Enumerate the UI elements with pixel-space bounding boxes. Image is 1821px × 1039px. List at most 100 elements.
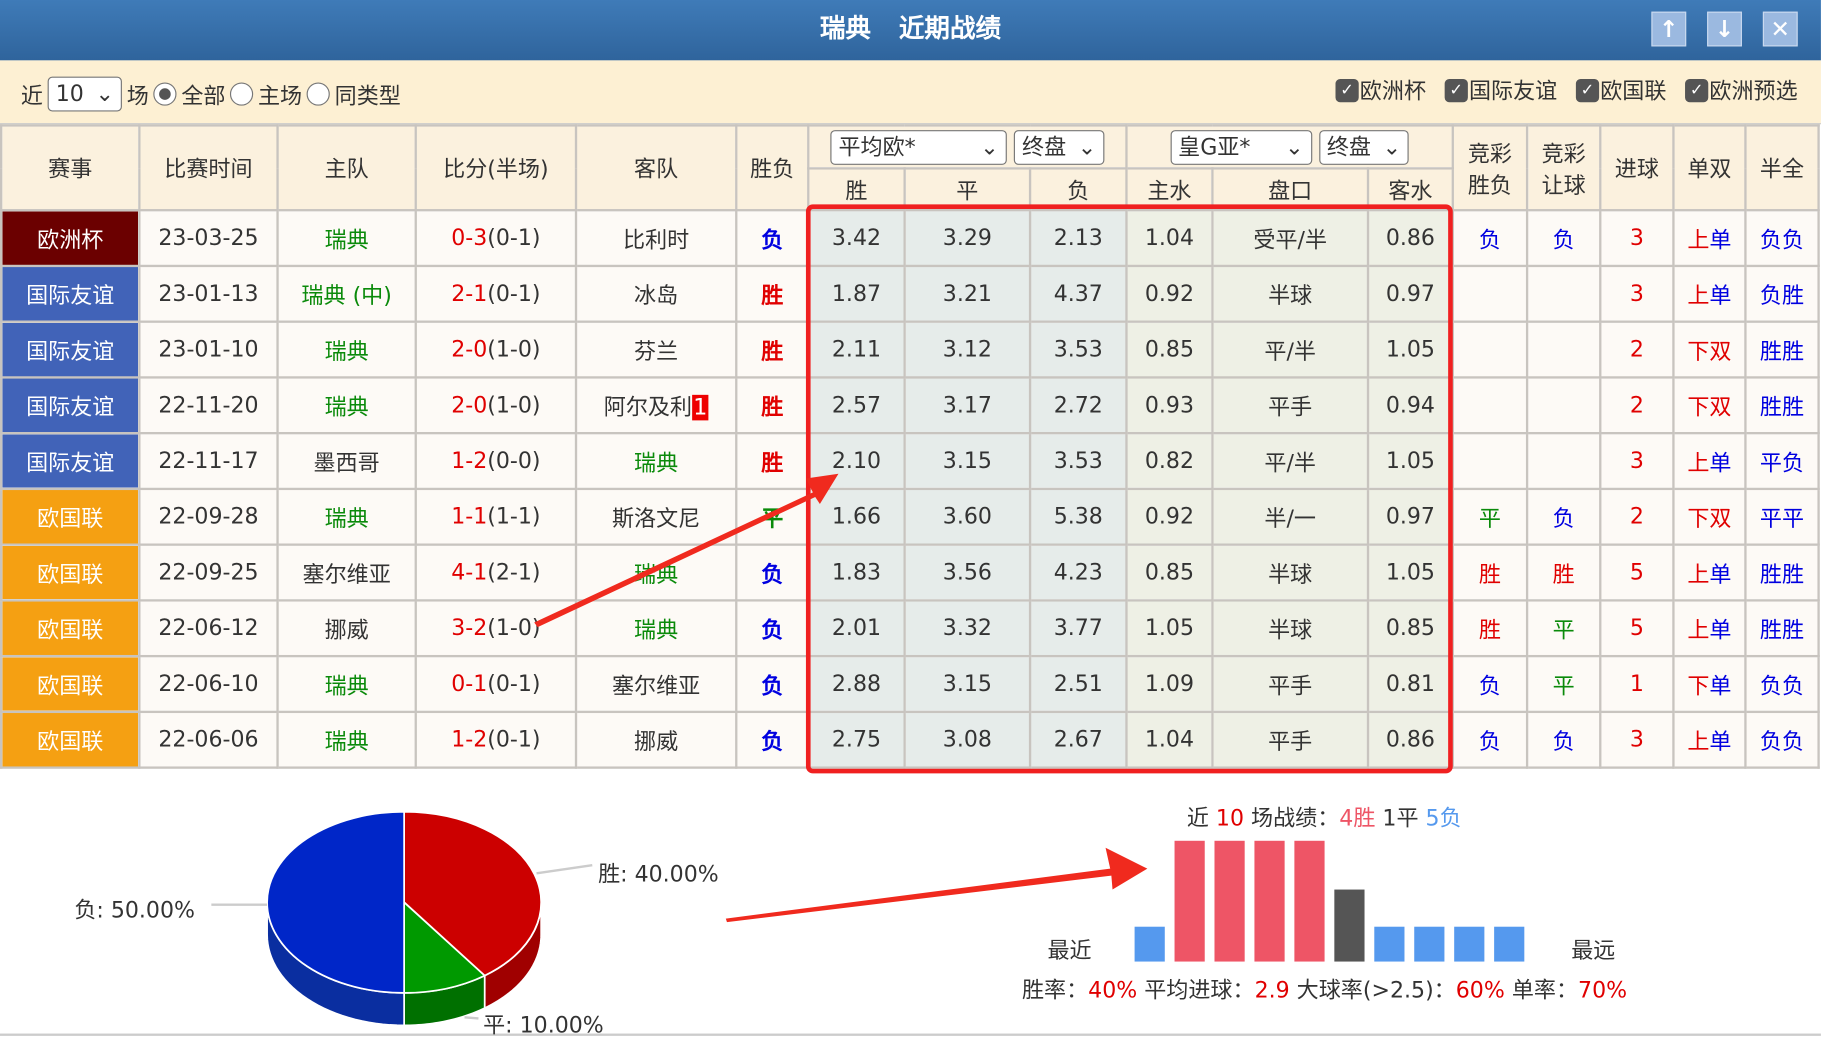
- odds-win[interactable]: 2.11: [807, 320, 906, 379]
- odds-win[interactable]: 1.66: [807, 487, 906, 546]
- home-team-cell[interactable]: 塞尔维亚: [276, 543, 417, 602]
- odds-win[interactable]: 1.83: [807, 543, 906, 602]
- asia-away-water[interactable]: 0.94: [1366, 376, 1454, 435]
- home-team-cell[interactable]: 瑞典: [276, 487, 417, 546]
- event-cell[interactable]: 欧洲杯: [0, 209, 141, 268]
- odds-win[interactable]: 1.87: [807, 264, 906, 323]
- away-team-cell[interactable]: 阿尔及利1: [574, 376, 738, 435]
- asia-handicap[interactable]: 平/半: [1211, 320, 1370, 379]
- checkbox-friendly[interactable]: ✓ 国际友谊: [1444, 74, 1557, 105]
- odds-win[interactable]: 2.88: [807, 654, 906, 714]
- home-team-cell[interactable]: 墨西哥: [276, 432, 417, 491]
- asia-handicap[interactable]: 平/半: [1211, 432, 1370, 491]
- home-team-cell[interactable]: 瑞典: [276, 320, 417, 379]
- asia-away-water[interactable]: 0.97: [1366, 264, 1454, 323]
- asia-handicap[interactable]: 半球: [1211, 264, 1370, 323]
- away-team-cell[interactable]: 斯洛文尼: [574, 487, 738, 546]
- checkbox-nations-league[interactable]: ✓ 欧国联: [1575, 74, 1666, 105]
- score-cell[interactable]: 1-2(0-0): [414, 432, 578, 491]
- away-team-cell[interactable]: 芬兰: [574, 320, 738, 379]
- home-team-cell[interactable]: 瑞典 (中): [276, 264, 417, 323]
- event-cell[interactable]: 欧国联: [0, 654, 141, 714]
- score-cell[interactable]: 0-3(0-1): [414, 209, 578, 268]
- odds-loss[interactable]: 2.51: [1028, 654, 1128, 714]
- score-cell[interactable]: 1-2(0-1): [414, 710, 578, 769]
- asia-away-water[interactable]: 0.97: [1366, 487, 1454, 546]
- asia-home-water[interactable]: 0.82: [1125, 432, 1214, 491]
- away-team-cell[interactable]: 挪威: [574, 710, 738, 769]
- odds-loss[interactable]: 5.38: [1028, 487, 1128, 546]
- odds-loss[interactable]: 3.77: [1028, 599, 1128, 658]
- asia-home-water[interactable]: 0.93: [1125, 376, 1214, 435]
- radio-home[interactable]: [230, 82, 254, 106]
- checkbox-euro-qualifier[interactable]: ✓ 欧洲预选: [1685, 74, 1798, 105]
- close-button[interactable]: ✕: [1762, 11, 1798, 47]
- asia-home-water[interactable]: 0.85: [1125, 320, 1214, 379]
- odds-loss[interactable]: 4.37: [1028, 264, 1128, 323]
- odds-draw[interactable]: 3.12: [903, 320, 1032, 379]
- event-cell[interactable]: 国际友谊: [0, 320, 141, 379]
- asia-stage-select[interactable]: 终盘 ⌄: [1318, 129, 1410, 165]
- event-cell[interactable]: 国际友谊: [0, 432, 141, 491]
- event-cell[interactable]: 欧国联: [0, 599, 141, 658]
- asia-handicap[interactable]: 平手: [1211, 654, 1370, 714]
- asia-home-water[interactable]: 0.92: [1125, 264, 1214, 323]
- odds-loss[interactable]: 2.72: [1028, 376, 1128, 435]
- asia-home-water[interactable]: 0.85: [1125, 543, 1214, 602]
- odds-loss[interactable]: 2.13: [1028, 209, 1128, 268]
- away-team-cell[interactable]: 瑞典: [574, 543, 738, 602]
- asia-away-water[interactable]: 1.05: [1366, 432, 1454, 491]
- away-team-cell[interactable]: 比利时: [574, 209, 738, 268]
- odds-loss[interactable]: 2.67: [1028, 710, 1128, 769]
- odds-win[interactable]: 3.42: [807, 209, 906, 268]
- event-cell[interactable]: 欧国联: [0, 710, 141, 769]
- odds-draw[interactable]: 3.21: [903, 264, 1032, 323]
- away-team-cell[interactable]: 冰岛: [574, 264, 738, 323]
- euro-company-select[interactable]: 平均欧* ⌄: [830, 129, 1007, 165]
- asia-away-water[interactable]: 0.86: [1366, 710, 1454, 769]
- score-cell[interactable]: 1-1(1-1): [414, 487, 578, 546]
- odds-loss[interactable]: 3.53: [1028, 320, 1128, 379]
- asia-handicap[interactable]: 半球: [1211, 543, 1370, 602]
- asia-away-water[interactable]: 0.85: [1366, 599, 1454, 658]
- odds-loss[interactable]: 4.23: [1028, 543, 1128, 602]
- odds-draw[interactable]: 3.32: [903, 599, 1032, 658]
- asia-away-water[interactable]: 0.81: [1366, 654, 1454, 714]
- radio-all-label[interactable]: 全部: [181, 78, 225, 109]
- asia-home-water[interactable]: 1.09: [1125, 654, 1214, 714]
- odds-draw[interactable]: 3.17: [903, 376, 1032, 435]
- home-team-cell[interactable]: 瑞典: [276, 209, 417, 268]
- asia-home-water[interactable]: 1.04: [1125, 209, 1214, 268]
- move-down-button[interactable]: ↓: [1707, 11, 1742, 47]
- event-cell[interactable]: 欧国联: [0, 543, 141, 602]
- home-team-cell[interactable]: 瑞典: [276, 710, 417, 769]
- odds-win[interactable]: 2.01: [807, 599, 906, 658]
- odds-win[interactable]: 2.10: [807, 432, 906, 491]
- checkbox-euro-cup[interactable]: ✓ 欧洲杯: [1335, 74, 1426, 105]
- odds-loss[interactable]: 3.53: [1028, 432, 1128, 491]
- radio-same-type[interactable]: [306, 82, 331, 106]
- asia-handicap[interactable]: 半/一: [1211, 487, 1370, 546]
- asia-home-water[interactable]: 0.92: [1125, 487, 1214, 546]
- asia-handicap[interactable]: 平手: [1211, 710, 1370, 769]
- asia-handicap[interactable]: 平手: [1211, 376, 1370, 435]
- odds-draw[interactable]: 3.08: [903, 710, 1032, 769]
- asia-handicap[interactable]: 受平/半: [1211, 209, 1370, 268]
- away-team-cell[interactable]: 瑞典: [574, 599, 738, 658]
- euro-stage-select[interactable]: 终盘 ⌄: [1013, 129, 1105, 165]
- odds-draw[interactable]: 3.29: [903, 209, 1032, 268]
- odds-draw[interactable]: 3.15: [903, 432, 1032, 491]
- odds-win[interactable]: 2.75: [807, 710, 906, 769]
- odds-draw[interactable]: 3.56: [903, 543, 1032, 602]
- odds-draw[interactable]: 3.60: [903, 487, 1032, 546]
- radio-all[interactable]: [153, 82, 177, 106]
- event-cell[interactable]: 国际友谊: [0, 376, 141, 435]
- score-cell[interactable]: 0-1(0-1): [414, 654, 578, 714]
- asia-company-select[interactable]: 皇G亚* ⌄: [1170, 129, 1312, 165]
- score-cell[interactable]: 4-1(2-1): [414, 543, 578, 602]
- score-cell[interactable]: 2-0(1-0): [414, 320, 578, 379]
- asia-away-water[interactable]: 0.86: [1366, 209, 1454, 268]
- home-team-cell[interactable]: 瑞典: [276, 654, 417, 714]
- asia-away-water[interactable]: 1.05: [1366, 320, 1454, 379]
- home-team-cell[interactable]: 挪威: [276, 599, 417, 658]
